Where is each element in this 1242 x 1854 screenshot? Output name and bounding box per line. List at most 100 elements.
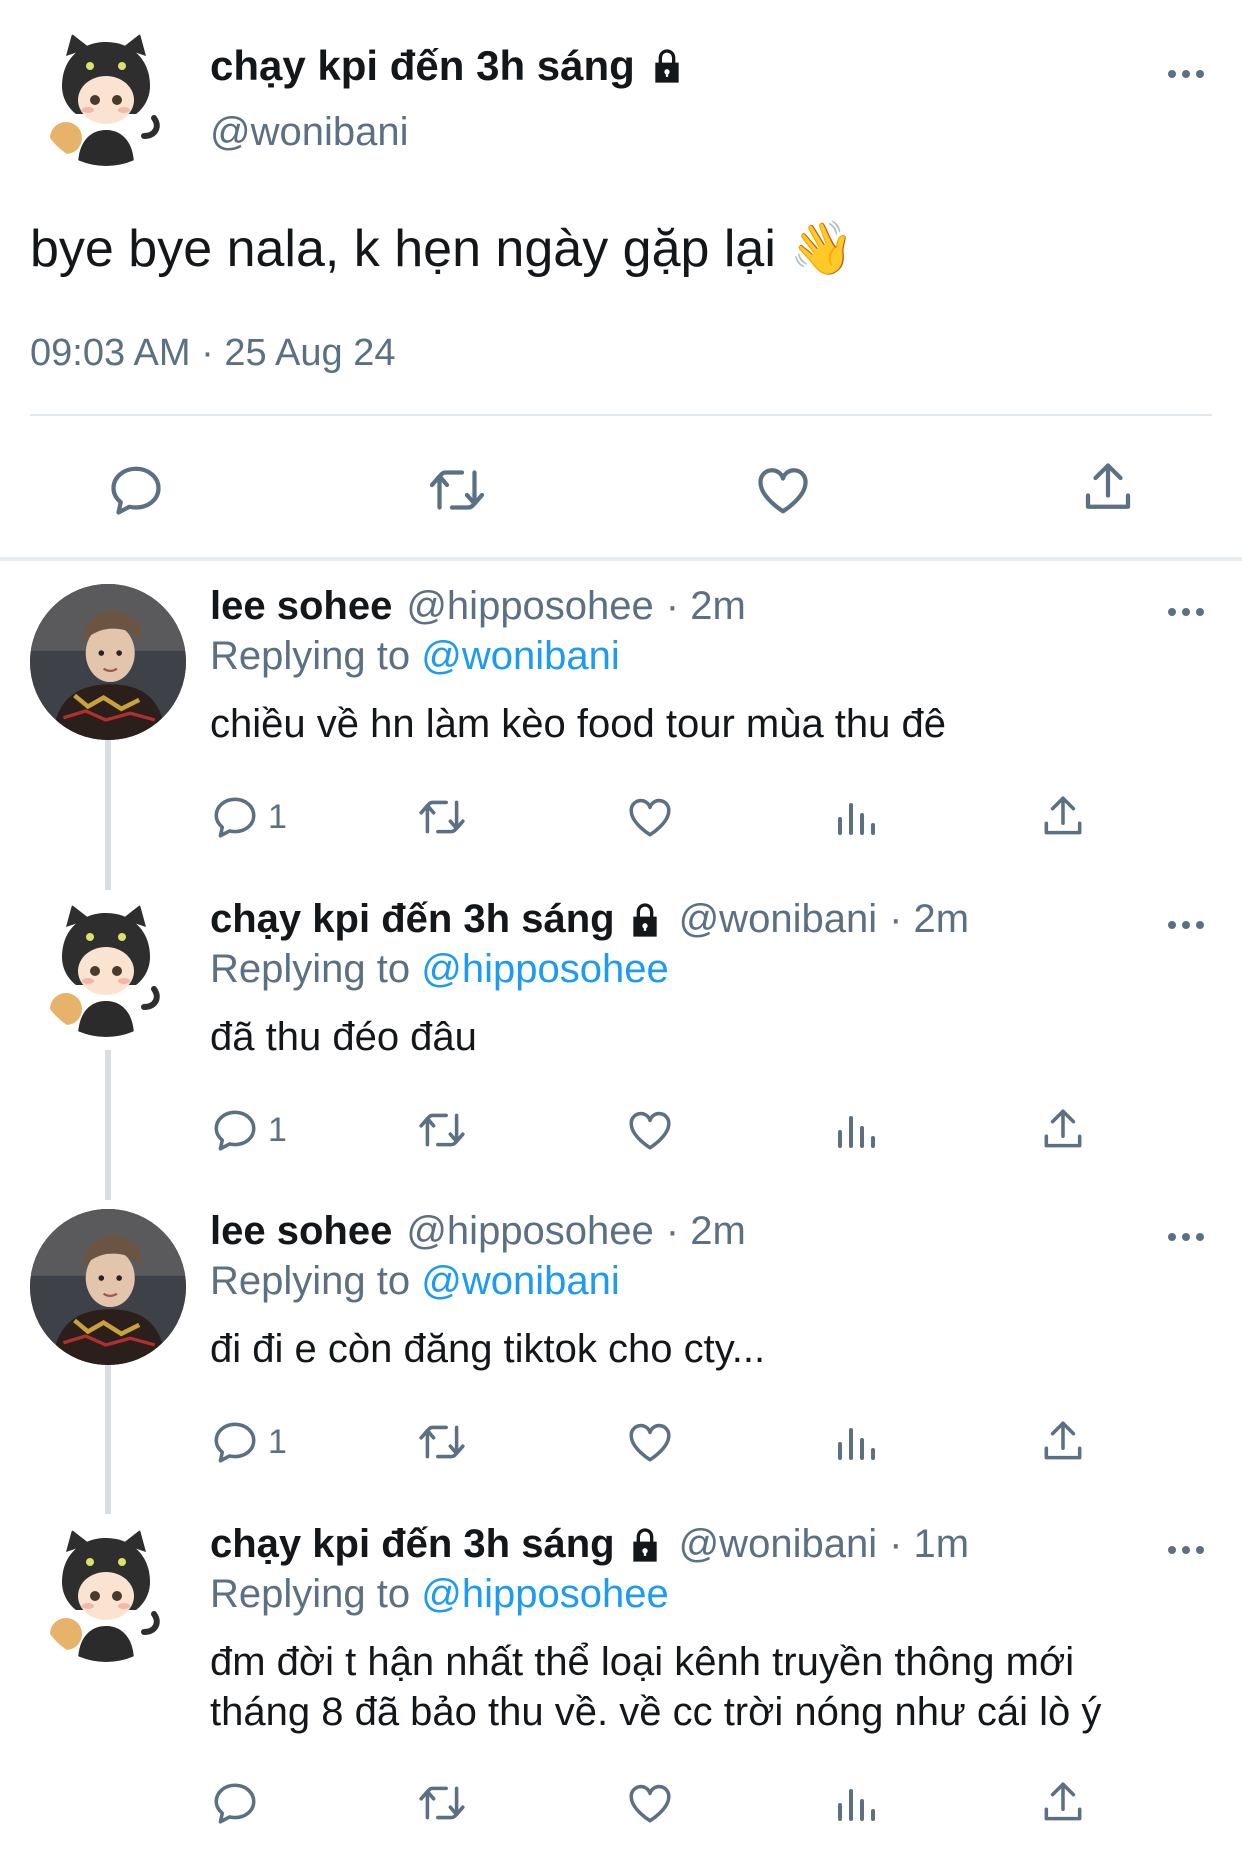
divider xyxy=(30,414,1212,416)
reply-icon xyxy=(210,1417,260,1467)
reply-avatar[interactable] xyxy=(30,584,186,740)
views-button[interactable] xyxy=(832,792,880,842)
reply-actions: 1 xyxy=(210,792,1090,852)
reply-author-handle[interactable]: @hipposohee xyxy=(406,584,653,629)
tweet-timestamp[interactable]: 09:03 AM · 25 Aug 24 xyxy=(30,332,396,375)
more-options-icon[interactable] xyxy=(1166,1544,1206,1556)
reply-author-name[interactable]: lee sohee xyxy=(210,1209,392,1254)
reply-avatar[interactable] xyxy=(36,1522,176,1662)
views-button[interactable] xyxy=(832,1417,880,1467)
share-button[interactable] xyxy=(1038,1105,1088,1155)
cat-avatar-image xyxy=(36,897,176,1037)
share-button[interactable] xyxy=(1038,1778,1088,1828)
thread-line xyxy=(105,1362,111,1514)
thread-line xyxy=(105,1050,111,1200)
main-share-button[interactable] xyxy=(1078,458,1138,518)
author-handle[interactable]: @wonibani xyxy=(210,110,409,155)
replying-to-label: Replying to xyxy=(210,1572,411,1616)
reply-actions xyxy=(210,1778,1090,1838)
replying-to: Replying to @hipposohee xyxy=(210,947,669,992)
reply-author-handle[interactable]: @wonibani xyxy=(679,897,878,942)
cat-avatar-image xyxy=(36,1522,176,1662)
stats-icon xyxy=(832,792,880,842)
reply-header: lee sohee @hipposohee · 2m xyxy=(210,1209,746,1254)
reply-time: · 2m xyxy=(889,897,970,941)
replying-to-mention[interactable]: @wonibani xyxy=(421,1259,620,1303)
share-icon xyxy=(1038,792,1088,842)
share-icon xyxy=(1038,1417,1088,1467)
reply-button[interactable]: 1 xyxy=(210,1105,287,1155)
retweet-icon xyxy=(415,792,469,842)
replying-to-label: Replying to xyxy=(210,1259,411,1303)
reply-avatar[interactable] xyxy=(30,1209,186,1365)
share-button[interactable] xyxy=(1038,792,1088,842)
like-button[interactable] xyxy=(625,792,675,842)
retweet-icon xyxy=(415,1778,469,1828)
reply-author-handle[interactable]: @hipposohee xyxy=(406,1209,653,1254)
reply-time: · 1m xyxy=(889,1522,970,1566)
reply-count: 1 xyxy=(268,797,287,836)
retweet-button[interactable] xyxy=(415,1105,469,1155)
cat-avatar-image xyxy=(36,26,176,166)
reply-icon xyxy=(210,792,260,842)
reply-icon xyxy=(210,1105,260,1155)
main-like-button[interactable] xyxy=(753,460,813,520)
author-avatar[interactable] xyxy=(36,26,176,166)
reply-text-line: đm đời t hận nhất thể loại kênh truyền t… xyxy=(210,1640,1075,1684)
reply-count: 1 xyxy=(268,1422,287,1461)
waving-hand-icon: 👋 xyxy=(789,220,855,278)
share-icon xyxy=(1038,1105,1088,1155)
stats-icon xyxy=(832,1778,880,1828)
reply-author-handle[interactable]: @wonibani xyxy=(679,1522,878,1567)
reply-text: đi đi e còn đăng tiktok cho cty... xyxy=(210,1327,766,1371)
reply-button[interactable]: 1 xyxy=(210,1417,287,1467)
more-options-icon[interactable] xyxy=(1166,919,1206,931)
author-name[interactable]: chạy kpi đến 3h sáng xyxy=(210,42,687,90)
reply-text: chiều về hn làm kèo food tour mùa thu đê xyxy=(210,702,947,746)
main-reply-button[interactable] xyxy=(106,460,166,520)
share-icon xyxy=(1038,1778,1088,1828)
views-button[interactable] xyxy=(832,1778,880,1828)
retweet-icon xyxy=(415,1417,469,1467)
more-options-icon[interactable] xyxy=(1166,68,1206,80)
reply-time: · 2m xyxy=(665,1209,746,1253)
reply-button[interactable]: 1 xyxy=(210,792,287,842)
reply-icon xyxy=(210,1778,260,1828)
lock-icon xyxy=(625,1525,665,1565)
like-icon xyxy=(625,1417,675,1467)
lock-icon xyxy=(625,900,665,940)
reply-actions: 1 xyxy=(210,1417,1090,1477)
reply-avatar[interactable] xyxy=(36,897,176,1037)
reply-author-name[interactable]: chạy kpi đến 3h sáng xyxy=(210,1522,615,1567)
like-icon xyxy=(753,460,813,520)
author-name-text: chạy kpi đến 3h sáng xyxy=(210,42,635,89)
views-button[interactable] xyxy=(832,1105,880,1155)
like-button[interactable] xyxy=(625,1417,675,1467)
replying-to-mention[interactable]: @hipposohee xyxy=(421,947,668,991)
retweet-icon xyxy=(424,460,490,520)
more-options-icon[interactable] xyxy=(1166,1231,1206,1243)
tweet-text: bye bye nala, k hẹn ngày gặp lại 👋 xyxy=(30,218,855,279)
reply-text-line: tháng 8 đã bảo thu về. về cc trời nóng n… xyxy=(210,1690,1102,1734)
main-retweet-button[interactable] xyxy=(424,460,490,520)
section-separator xyxy=(0,557,1242,561)
more-options-icon[interactable] xyxy=(1166,606,1206,618)
retweet-button[interactable] xyxy=(415,1778,469,1828)
replying-to-mention[interactable]: @wonibani xyxy=(421,634,620,678)
retweet-button[interactable] xyxy=(415,792,469,842)
like-icon xyxy=(625,1778,675,1828)
like-button[interactable] xyxy=(625,1105,675,1155)
tweet-text-content: bye bye nala, k hẹn ngày gặp lại xyxy=(30,219,776,278)
like-button[interactable] xyxy=(625,1778,675,1828)
reply-button[interactable] xyxy=(210,1778,268,1828)
replying-to: Replying to @wonibani xyxy=(210,1259,620,1304)
reply-author-name[interactable]: lee sohee xyxy=(210,584,392,629)
retweet-button[interactable] xyxy=(415,1417,469,1467)
reply-time: · 2m xyxy=(665,584,746,628)
reply-author-name[interactable]: chạy kpi đến 3h sáng xyxy=(210,897,615,942)
share-button[interactable] xyxy=(1038,1417,1088,1467)
reply-header: chạy kpi đến 3h sáng @wonibani · 2m xyxy=(210,897,969,942)
reply-count: 1 xyxy=(268,1110,287,1149)
replying-to-mention[interactable]: @hipposohee xyxy=(421,1572,668,1616)
user-photo-avatar xyxy=(30,584,186,740)
